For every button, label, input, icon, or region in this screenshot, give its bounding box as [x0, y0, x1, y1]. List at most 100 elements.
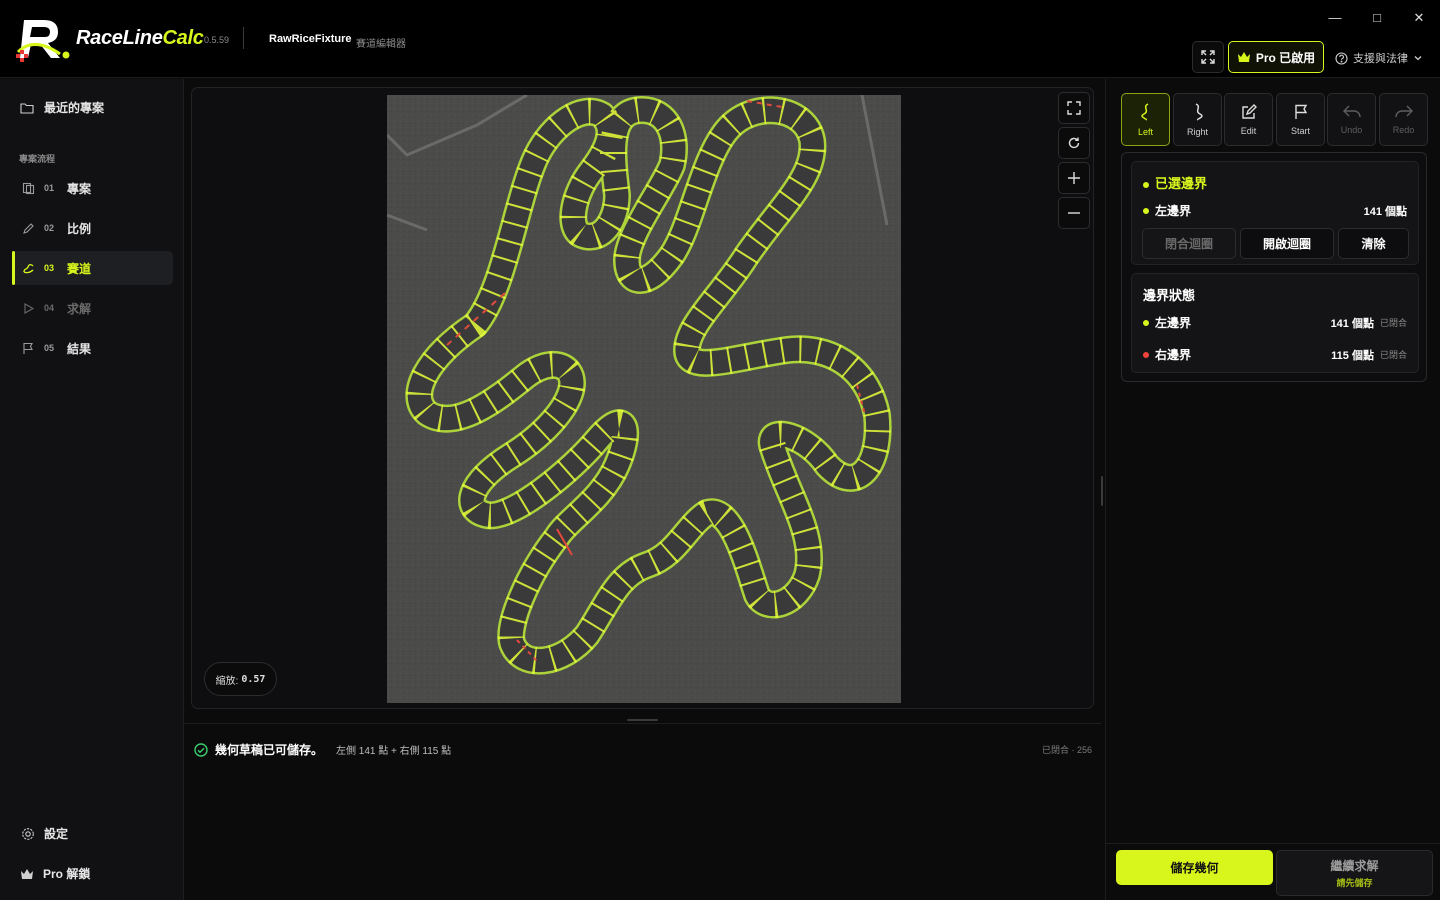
settings-link[interactable]: 設定: [21, 825, 68, 842]
continue-solve-hint: 請先儲存: [1336, 878, 1373, 888]
close-loop-button: 閉合迴圈: [1142, 228, 1236, 259]
selected-boundary-row: 左邊界 141 個點: [1143, 202, 1407, 219]
refresh-icon: [1068, 137, 1080, 149]
flag-icon: [1294, 104, 1307, 119]
mode-edit-button[interactable]: Edit: [1224, 93, 1273, 146]
app-version: 0.5.59: [204, 35, 230, 45]
status-dot: [1143, 351, 1149, 358]
action-bar: 儲存幾何 繼續求解 請先儲存: [1106, 843, 1440, 900]
fit-view-button[interactable]: [1058, 92, 1090, 124]
app-logo: [16, 20, 70, 62]
selected-boundary-label: 左邊界: [1155, 204, 1192, 218]
open-loop-button[interactable]: 開啟迴圈: [1240, 228, 1334, 259]
redo-icon: [1394, 105, 1413, 117]
title-bar: RaceLineCalc 0.5.59 RawRiceFixture 賽道編輯器…: [0, 0, 1440, 78]
edit-icon: [1241, 103, 1257, 119]
nav-item-track[interactable]: 03 賽道: [12, 251, 173, 285]
mode-label: Start: [1290, 125, 1310, 136]
status-line: 幾何草稿已可儲存。 左側 141 點 + 右側 115 點: [194, 741, 451, 758]
maximize-button[interactable]: □: [1365, 8, 1389, 28]
boundary-panel: 已選邊界 左邊界 141 個點 閉合迴圈 開啟迴圈 清除 邊界狀態 左邊界 14…: [1121, 152, 1427, 382]
reset-view-button[interactable]: [1058, 127, 1090, 159]
workflow-section-label: 專案流程: [19, 154, 56, 164]
minus-icon: [1068, 212, 1080, 214]
right-points-count: 115 個點: [1331, 349, 1374, 362]
mode-label: Redo: [1392, 124, 1415, 135]
pencil-icon: [21, 221, 35, 235]
status-message: 幾何草稿已可儲存。: [215, 743, 324, 757]
nav-label: 求解: [67, 301, 92, 316]
nav-item-solve: 04 求解: [12, 291, 173, 325]
right-boundary-icon: [1195, 102, 1203, 121]
nav-label: 結果: [67, 341, 92, 356]
support-menu[interactable]: 支援與法律: [1335, 50, 1423, 66]
right-closed-tag: 已閉合: [1379, 350, 1407, 360]
nav-number: 05: [44, 343, 55, 353]
mode-label: Left: [1137, 126, 1153, 137]
right-boundary-row: 右邊界 115 個點 已閉合: [1143, 346, 1407, 363]
clear-button[interactable]: 清除: [1338, 228, 1409, 259]
track-canvas[interactable]: 縮放: 0.57: [191, 87, 1094, 709]
mode-label: Undo: [1340, 124, 1363, 135]
selected-boundary-card: 已選邊界 左邊界 141 個點 閉合迴圈 開啟迴圈 清除: [1131, 161, 1419, 265]
close-button[interactable]: ✕: [1407, 8, 1431, 28]
mode-right-button[interactable]: Right: [1173, 93, 1222, 146]
status-panel: 幾何草稿已可儲存。 左側 141 點 + 右側 115 點 已閉合 · 256: [184, 723, 1101, 900]
selected-points-count: 141 個點: [1363, 205, 1407, 218]
vertical-resize-handle[interactable]: [1101, 476, 1103, 506]
gear-icon: [22, 827, 34, 840]
redo-button: Redo: [1379, 93, 1428, 146]
app-brand: RaceLineCalc: [76, 27, 204, 49]
crown-icon: [21, 868, 33, 879]
pro-unlock-link[interactable]: Pro 解鎖: [20, 865, 90, 882]
mode-left-button[interactable]: Left: [1121, 93, 1170, 146]
zoom-out-button[interactable]: [1058, 197, 1090, 229]
status-summary: 已閉合 · 256: [1041, 745, 1092, 755]
nav-label: 比例: [67, 221, 92, 236]
left-boundary-icon: [1140, 102, 1148, 121]
project-subtitle: 賽道編輯器: [356, 39, 406, 50]
nav-item-scale[interactable]: 02 比例: [12, 211, 173, 245]
continue-solve-button: 繼續求解 請先儲存: [1276, 850, 1433, 896]
track-overlay: [387, 95, 901, 703]
horizontal-resize-handle[interactable]: [627, 719, 658, 721]
mode-label: Right: [1186, 126, 1208, 137]
nav-label: 賽道: [67, 261, 92, 276]
right-boundary-label: 右邊界: [1155, 348, 1192, 362]
expand-icon: [1201, 50, 1215, 64]
fullscreen-button[interactable]: [1192, 41, 1224, 73]
nav-number: 04: [44, 303, 55, 313]
zoom-value: 0.57: [241, 673, 266, 685]
flag-icon: [21, 341, 35, 355]
pro-status-button[interactable]: Pro 已啟用: [1228, 41, 1324, 73]
undo-button: Undo: [1327, 93, 1376, 146]
satellite-image[interactable]: [387, 95, 901, 703]
left-points-count: 141 個點: [1330, 317, 1374, 330]
mode-start-button[interactable]: Start: [1276, 93, 1325, 146]
nav-number: 03: [44, 263, 55, 273]
undo-icon: [1342, 105, 1361, 117]
nav-item-results[interactable]: 05 結果: [12, 331, 173, 365]
left-boundary-row: 左邊界 141 個點 已閉合: [1143, 314, 1407, 331]
help-icon: [1335, 51, 1348, 65]
plus-icon: [1068, 172, 1080, 184]
save-geometry-button[interactable]: 儲存幾何: [1116, 850, 1273, 885]
settings-label: 設定: [44, 827, 69, 841]
nav-number: 02: [44, 223, 55, 233]
minimize-button[interactable]: —: [1323, 8, 1347, 28]
recent-projects-link[interactable]: 最近的專案: [20, 99, 104, 116]
boundary-status-card: 邊界狀態 左邊界 141 個點 已閉合 右邊界 115 個點 已閉合: [1131, 273, 1419, 373]
pro-unlock-label: Pro 解鎖: [43, 867, 91, 881]
pro-status-label: Pro 已啟用: [1255, 50, 1316, 65]
nav-item-project[interactable]: 01 專案: [12, 171, 173, 205]
zoom-in-button[interactable]: [1058, 162, 1090, 194]
crown-icon: [1237, 52, 1250, 62]
folder-icon: [20, 102, 34, 114]
title-divider: [243, 27, 244, 49]
track-icon: [21, 261, 35, 275]
play-icon: [21, 301, 35, 315]
check-circle-icon: [194, 742, 208, 757]
boundary-status-title: 邊界狀態: [1143, 288, 1196, 303]
nav-label: 專案: [67, 181, 92, 196]
selected-boundary-title: 已選邊界: [1143, 173, 1207, 192]
